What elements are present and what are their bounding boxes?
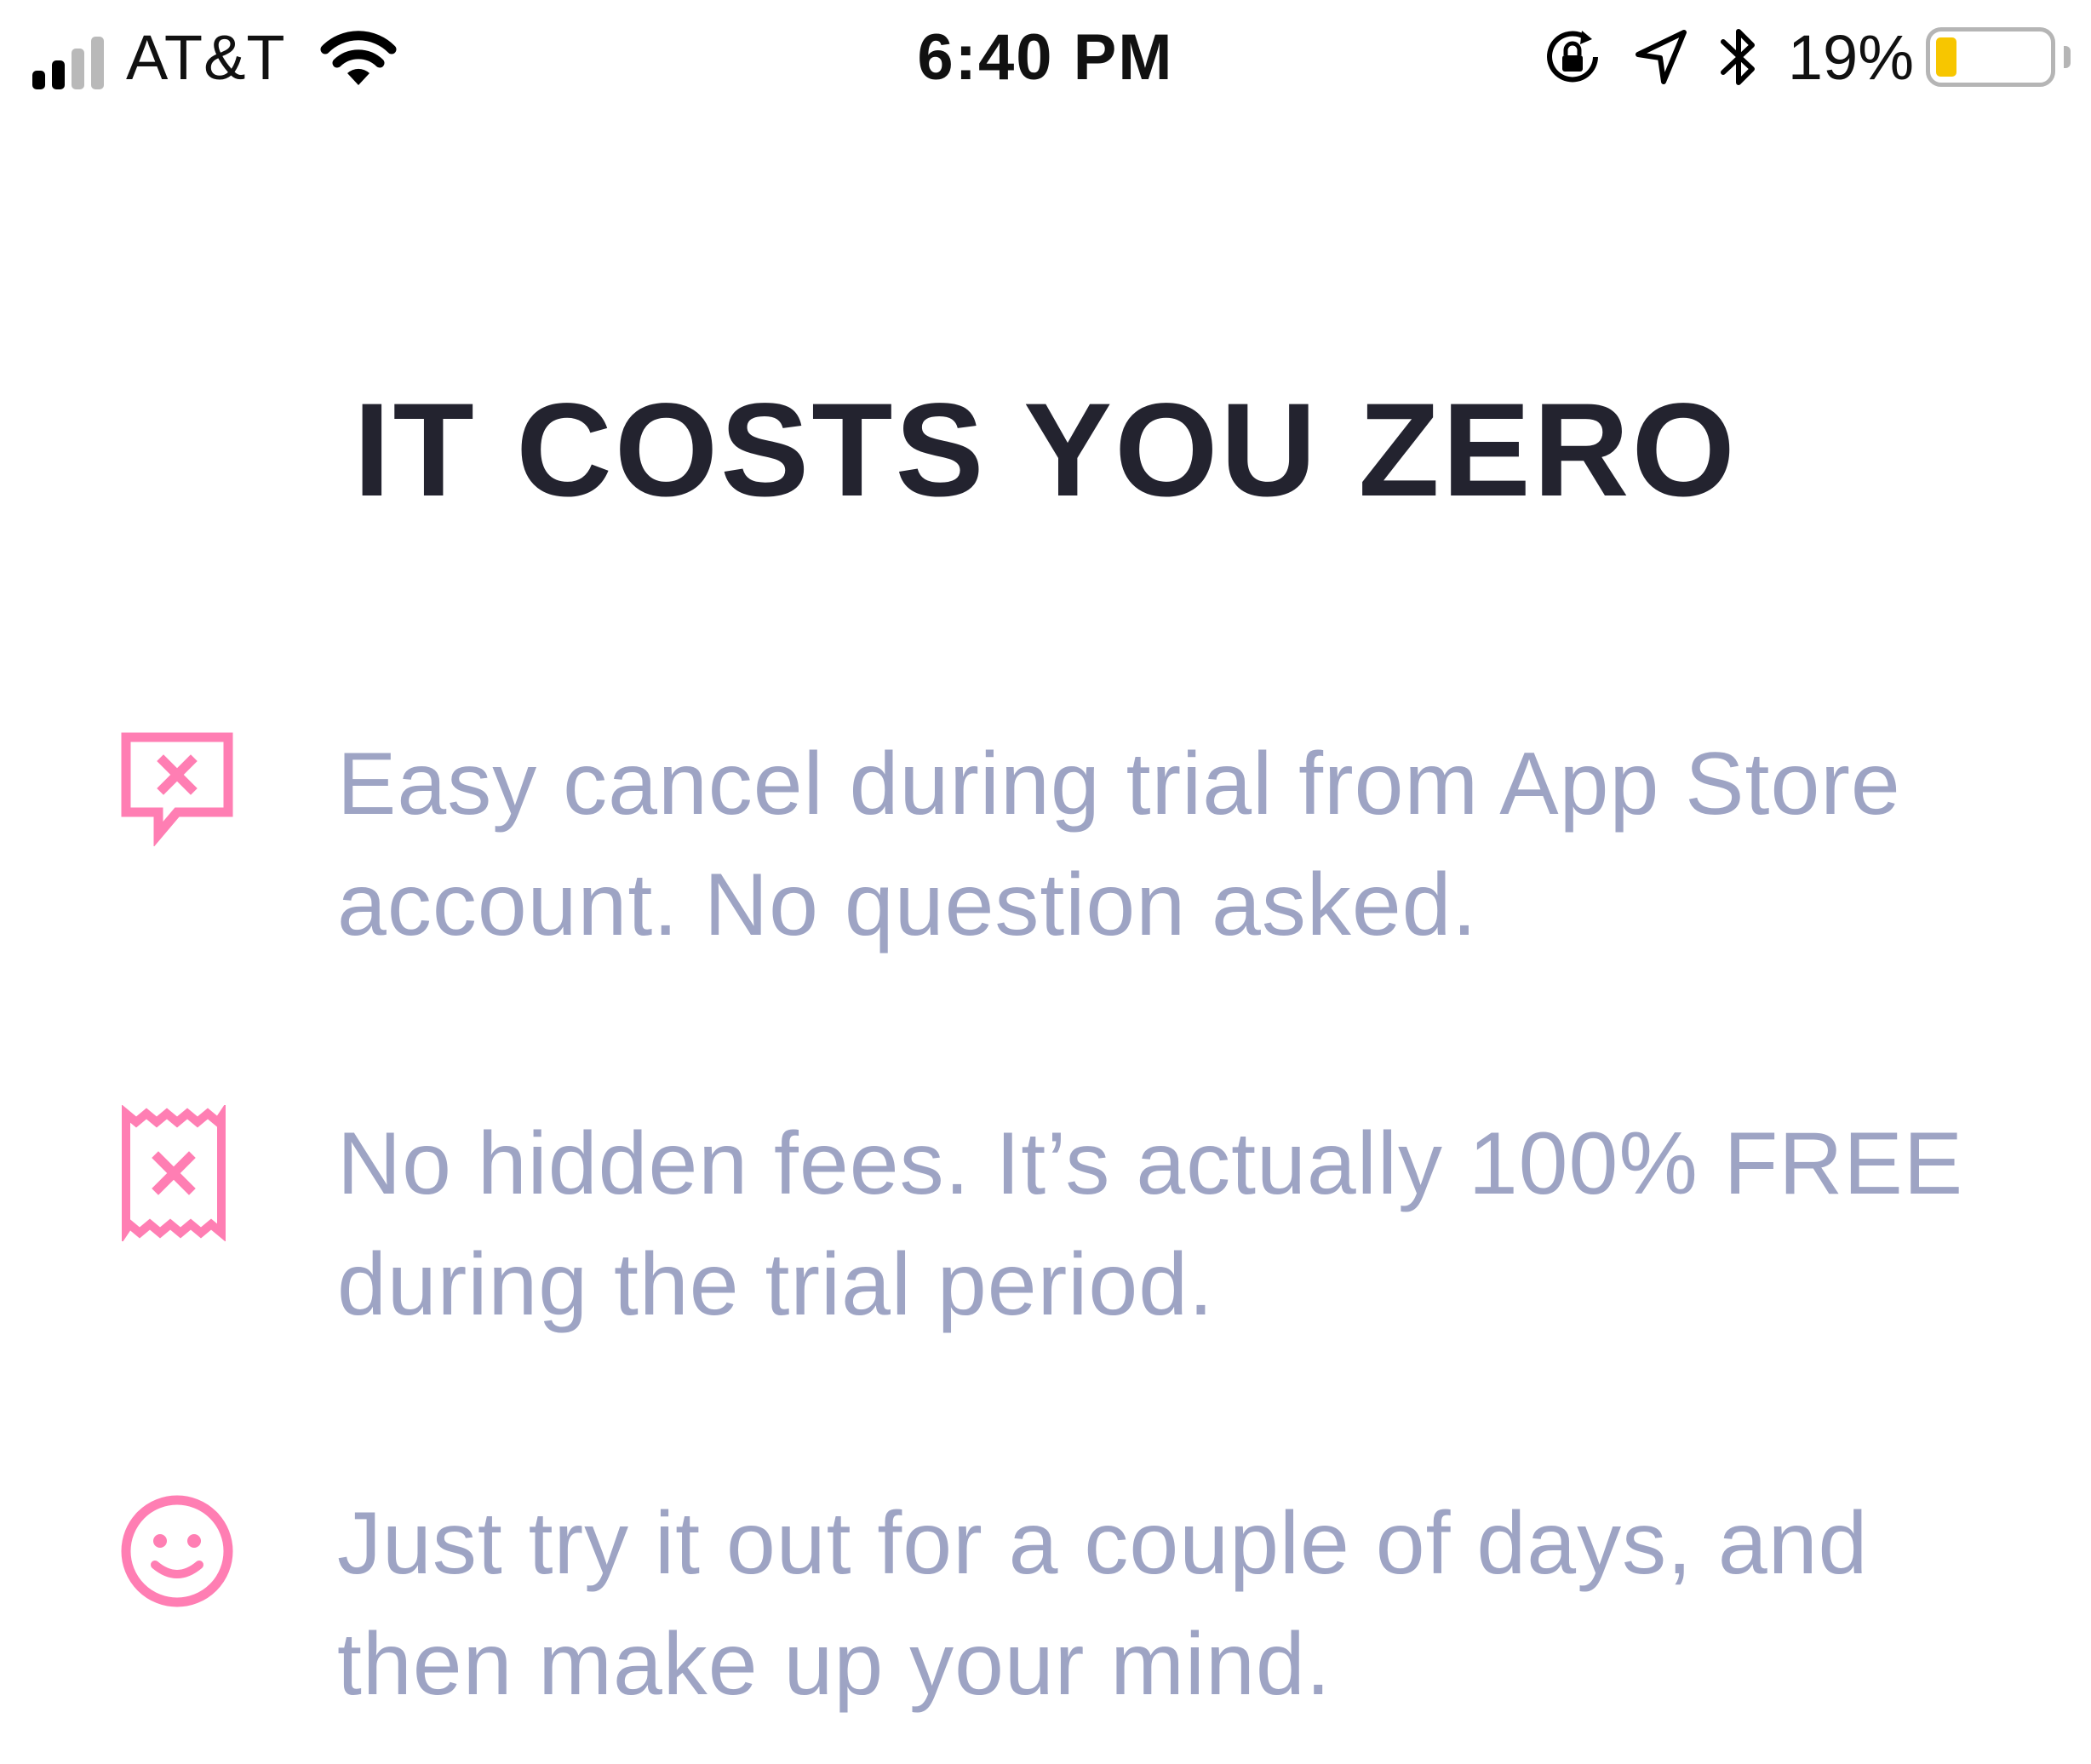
page-title: IT COSTS YOU ZERO (353, 376, 1738, 524)
battery-level-fill (1936, 37, 1956, 77)
rotation-lock-icon (1546, 31, 1598, 83)
feature-line: during the trial period. (337, 1235, 1214, 1334)
bluetooth-icon (1720, 29, 1755, 85)
feature-text: No hidden fees. It’s actually 100% FREE … (337, 1103, 2023, 1345)
feature-line: Easy cancel during trial from App Store (337, 735, 1901, 833)
battery-cap (2064, 46, 2071, 68)
cancelled-receipt-icon (122, 1105, 226, 1241)
battery-percentage: 19% (1787, 21, 1914, 93)
feature-line: then make up your mind. (337, 1615, 1332, 1714)
status-bar-right: 19% (1541, 19, 2071, 95)
cancel-speech-bubble-icon (121, 732, 233, 846)
status-bar: AT&T 6:40 PM 19% (0, 0, 2091, 119)
smiley-face-icon (121, 1495, 233, 1607)
feature-line: Just try it out for a couple of days, an… (337, 1494, 1869, 1593)
feature-line: account. No question asked. (337, 856, 1478, 954)
feature-text: Easy cancel during trial from App Store … (337, 724, 2023, 965)
location-arrow-icon (1635, 30, 1687, 84)
battery-icon (1926, 27, 2055, 87)
feature-text: Just try it out for a couple of days, an… (337, 1483, 2023, 1725)
feature-line: No hidden fees. It’s actually 100% FREE (337, 1114, 1964, 1213)
